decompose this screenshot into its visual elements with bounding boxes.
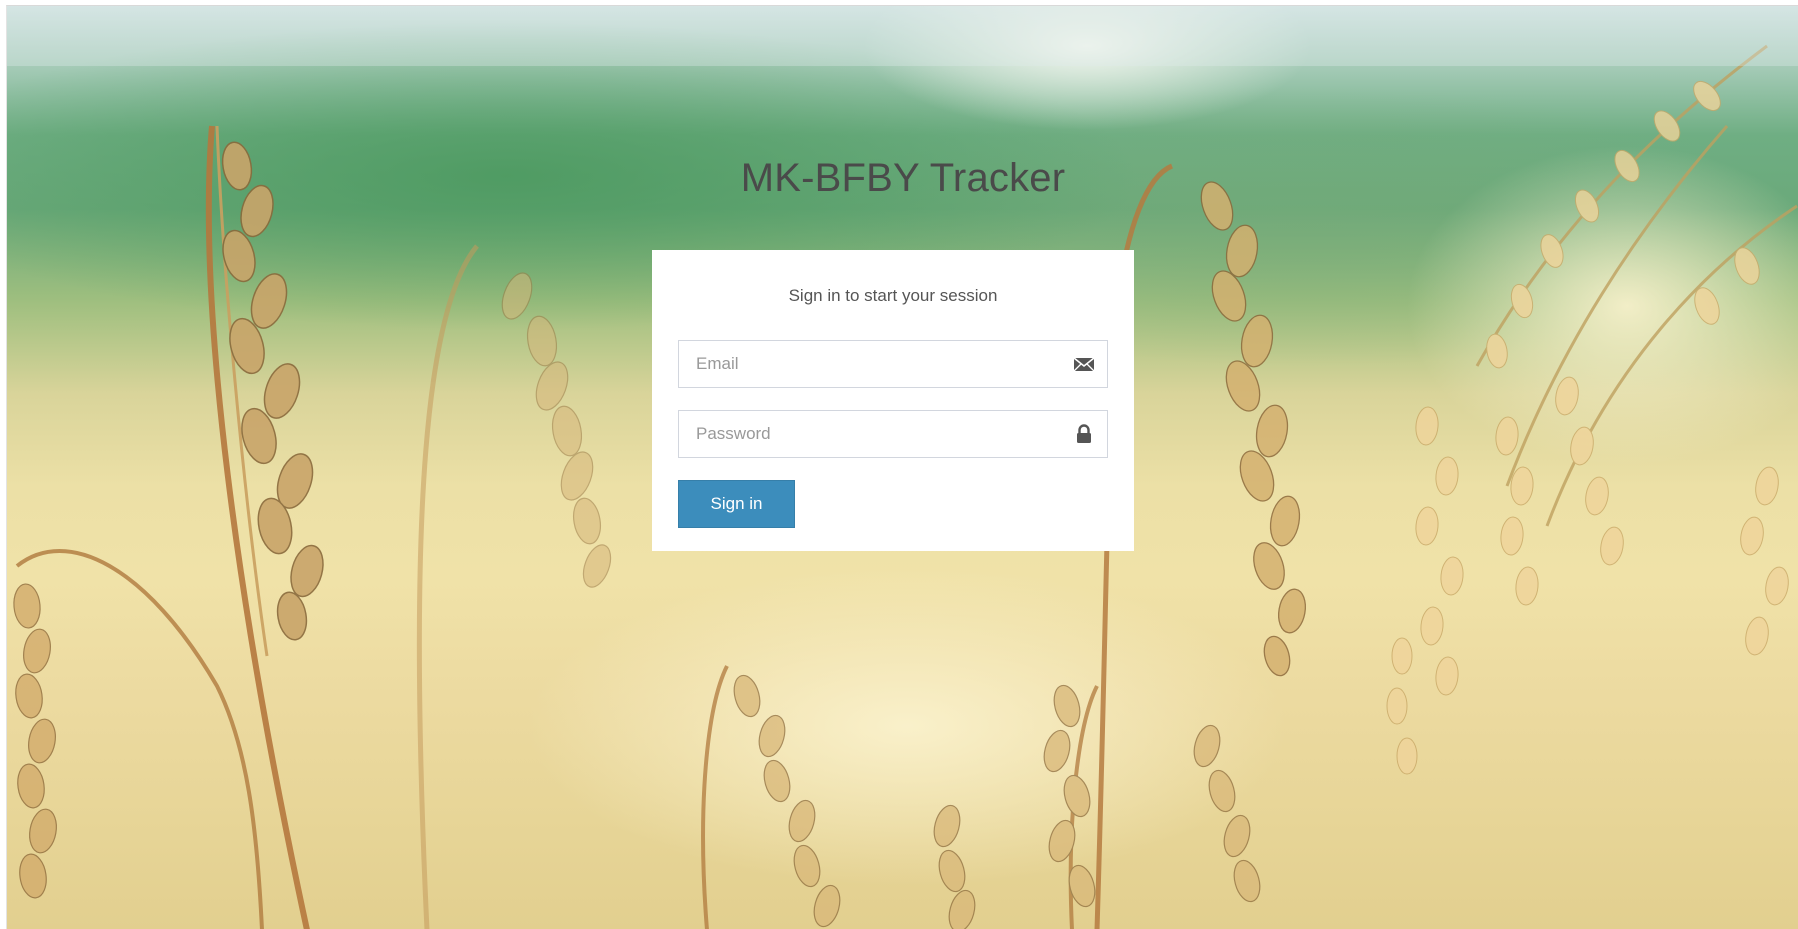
lock-icon	[1077, 424, 1091, 443]
sign-in-button[interactable]: Sign in	[678, 480, 795, 528]
email-field	[678, 340, 1108, 388]
password-input[interactable]	[679, 411, 1059, 457]
email-input[interactable]	[679, 341, 1059, 387]
password-field	[678, 410, 1108, 458]
login-box: Sign in to start your session Sign in	[652, 250, 1134, 551]
login-page: MK-BFBY Tracker Sign in to start your se…	[6, 5, 1798, 929]
login-box-message: Sign in to start your session	[788, 286, 998, 305]
envelope-icon	[1073, 357, 1095, 372]
app-title: MK-BFBY Tracker	[740, 156, 1066, 200]
